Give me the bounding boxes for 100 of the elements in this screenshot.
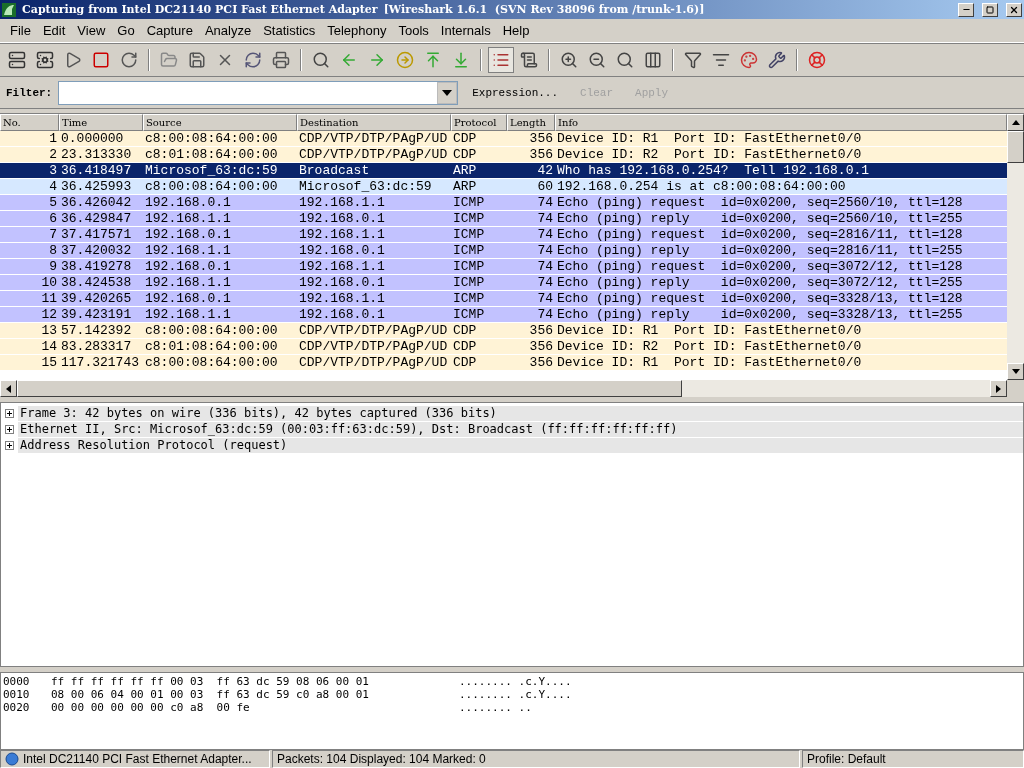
lifebuoy-icon	[808, 51, 826, 69]
table-cell-text: 74	[536, 243, 554, 258]
list-filter-icon	[712, 51, 730, 69]
column-header[interactable]: Info	[555, 114, 1007, 131]
hex-bytes: ff ff ff ff ff ff 00 03 ff 63 dc 59 08 06 00 01	[51, 675, 370, 688]
colorize-button[interactable]	[488, 47, 514, 73]
packet-row[interactable]: 13 57.142392 c8:00:08:64:00:00 CDP/VTP/DTP/PAgP/UD CDP 356 Device ID: R1 Port ID: FastEthernet0/0	[0, 323, 1007, 339]
hex-bytes: 00 00 00 00 00 00 c0 a8 00 fe	[51, 701, 251, 714]
table-cell-text: 0.000000	[60, 131, 125, 146]
table-cell-text: 192.168.0.1	[298, 275, 386, 290]
packet-row[interactable]: 14 83.283317 c8:01:08:64:00:00 CDP/VTP/DTP/PAgP/UD CDP 356 Device ID: R2 Port ID: FastEthernet0/0	[0, 339, 1007, 355]
table-cell-text: 14	[40, 339, 58, 354]
minimize-button[interactable]	[958, 2, 974, 17]
close-button[interactable]	[1006, 2, 1022, 17]
menu-item[interactable]: View	[71, 23, 112, 38]
search-icon	[312, 51, 330, 69]
packet-row[interactable]: 1 0.000000 c8:00:08:64:00:00 CDP/VTP/DTP/PAgP/UD CDP 356 Device ID: R1 Port ID: FastEthernet0/0	[0, 131, 1007, 147]
table-cell-text: 192.168.1.1	[144, 275, 232, 290]
table-cell-text: 356	[528, 339, 554, 354]
table-cell-text: 192.168.0.1	[298, 307, 386, 322]
table-cell-text: 356	[528, 323, 554, 338]
packet-row[interactable]: 5 36.426042 192.168.0.1 192.168.1.1 ICMP 74 Echo (ping) request id=0x0200, seq=2560/10, ttl=128	[0, 195, 1007, 211]
table-cell-text: Device ID: R1 Port ID: FastEthernet0/0	[556, 131, 863, 146]
palette-icon	[740, 51, 758, 69]
server-icon	[8, 51, 26, 69]
expression-button[interactable]: Expression...	[464, 84, 567, 101]
table-cell-text: 192.168.0.1	[298, 243, 386, 258]
packet-row[interactable]: 7 37.417571 192.168.0.1 192.168.1.1 ICMP 74 Echo (ping) request id=0x0200, seq=2816/11, ttl=128	[0, 227, 1007, 243]
left-arrow-icon[interactable]	[6, 384, 11, 393]
table-cell-text: 9	[48, 259, 58, 274]
table-cell-text: CDP/VTP/DTP/PAgP/UD	[298, 147, 449, 162]
packet-row[interactable]: 10 38.424538 192.168.1.1 192.168.0.1 ICMP 74 Echo (ping) reply id=0x0200, seq=3072/12, ttl=255	[0, 275, 1007, 291]
table-cell-text: 36.425993	[60, 179, 133, 194]
expand-icon[interactable]	[5, 440, 14, 450]
hex-ascii: ........ .c.Y....	[459, 675, 572, 688]
hex-offset: 0020	[3, 701, 31, 714]
table-cell-text: CDP/VTP/DTP/PAgP/UD	[298, 339, 449, 354]
menu-item[interactable]: Internals	[434, 23, 497, 38]
menu-item[interactable]: Go	[111, 23, 141, 38]
wrench-icon	[768, 51, 786, 69]
packet-row[interactable]: 8 37.420032 192.168.1.1 192.168.0.1 ICMP 74 Echo (ping) reply id=0x0200, seq=2816/11, ttl=255	[0, 243, 1007, 259]
profile-status[interactable]: Profile: Default	[802, 750, 1024, 768]
menu-item[interactable]: File	[4, 23, 37, 38]
table-cell-text: 192.168.0.1	[144, 259, 232, 274]
right-arrow-icon[interactable]	[996, 384, 1001, 393]
column-header[interactable]: Time	[59, 114, 143, 131]
table-cell-text: 192.168.0.1	[144, 227, 232, 242]
table-cell-text: 23.313330	[60, 147, 133, 162]
menu-item[interactable]: Capture	[140, 23, 199, 38]
table-cell-text: 74	[536, 307, 554, 322]
column-header[interactable]: Protocol	[451, 114, 507, 131]
filter-field[interactable]	[58, 80, 459, 105]
play-icon	[64, 51, 82, 69]
packet-row[interactable]: 4 36.425993 c8:00:08:64:00:00 Microsof_63:dc:59 ARP 60 192.168.0.254 is at c8:00:08:64:00:00	[0, 179, 1007, 195]
table-cell-text: c8:00:08:64:00:00	[144, 131, 279, 146]
down-arrow-icon[interactable]	[1011, 369, 1020, 374]
dropdown-button[interactable]	[437, 81, 458, 104]
status-dot-icon	[5, 752, 19, 766]
horizontal-scrollbar[interactable]	[0, 380, 1007, 397]
packet-row[interactable]: 15 117.321743 c8:00:08:64:00:00 CDP/VTP/DTP/PAgP/UD CDP 356 Device ID: R1 Port ID: FastEthernet0/0	[0, 355, 1007, 371]
table-cell-text: 15	[40, 355, 58, 370]
menu-item[interactable]: Statistics	[257, 23, 322, 38]
table-cell-text: 36.418497	[60, 163, 133, 178]
packet-row[interactable]: 12 39.423191 192.168.1.1 192.168.0.1 ICMP 74 Echo (ping) reply id=0x0200, seq=3328/13, ttl=255	[0, 307, 1007, 323]
packet-row[interactable]: 3 36.418497 Microsof_63:dc:59 Broadcast ARP 42 Who has 192.168.0.254? Tell 192.168.0.1	[0, 163, 1007, 179]
packet-row[interactable]: 9 38.419278 192.168.0.1 192.168.1.1 ICMP 74 Echo (ping) request id=0x0200, seq=3072/12, ttl=128	[0, 259, 1007, 275]
menu-item[interactable]: Help	[496, 23, 536, 38]
column-header[interactable]: Length	[507, 114, 555, 131]
column-header[interactable]: No.	[0, 114, 59, 131]
folder-icon	[160, 51, 178, 69]
window-title: Capturing from Intel DC21140 PCI Fast Ethernet Adapter	[22, 3, 378, 16]
scrollbar-thumb[interactable]	[1007, 131, 1024, 163]
packet-row[interactable]: 11 39.420265 192.168.0.1 192.168.1.1 ICMP 74 Echo (ping) request id=0x0200, seq=3328/13, ttl=128	[0, 291, 1007, 307]
packet-row[interactable]: 6 36.429847 192.168.1.1 192.168.0.1 ICMP 74 Echo (ping) reply id=0x0200, seq=2560/10, ttl=255	[0, 211, 1007, 227]
column-header[interactable]: Destination	[297, 114, 451, 131]
menu-item[interactable]: Edit	[36, 23, 72, 38]
column-header[interactable]: Source	[143, 114, 297, 131]
arrow-circle-icon	[396, 51, 414, 69]
menu-item[interactable]: Analyze	[198, 23, 258, 38]
expand-icon[interactable]	[5, 408, 14, 418]
table-cell-text: 192.168.0.1	[144, 195, 232, 210]
table-cell-text: 60	[536, 179, 554, 194]
menu-item[interactable]: Tools	[392, 23, 435, 38]
packet-row[interactable]: 2 23.313330 c8:01:08:64:00:00 CDP/VTP/DTP/PAgP/UD CDP 356 Device ID: R2 Port ID: FastEthernet0/0	[0, 147, 1007, 163]
menu-item[interactable]: Telephony	[321, 23, 393, 38]
table-cell-text: 12	[40, 307, 58, 322]
scrollbar-thumb[interactable]	[17, 380, 682, 397]
table-cell-text: 356	[528, 147, 554, 162]
expand-icon[interactable]	[5, 424, 14, 434]
table-cell-text: Device ID: R2 Port ID: FastEthernet0/0	[556, 147, 863, 162]
table-cell-text: 192.168.0.1	[298, 211, 386, 226]
table-cell-text: ICMP	[452, 243, 486, 258]
maximize-button[interactable]	[982, 2, 998, 17]
table-cell-text: 3	[48, 163, 58, 178]
hex-offset: 0010	[3, 688, 31, 701]
up-arrow-icon[interactable]	[1011, 120, 1020, 125]
table-cell-text: 356	[528, 355, 554, 370]
zoom-in-icon	[560, 51, 578, 69]
table-cell-text: 39.420265	[60, 291, 133, 306]
vertical-scrollbar[interactable]	[1007, 114, 1024, 380]
